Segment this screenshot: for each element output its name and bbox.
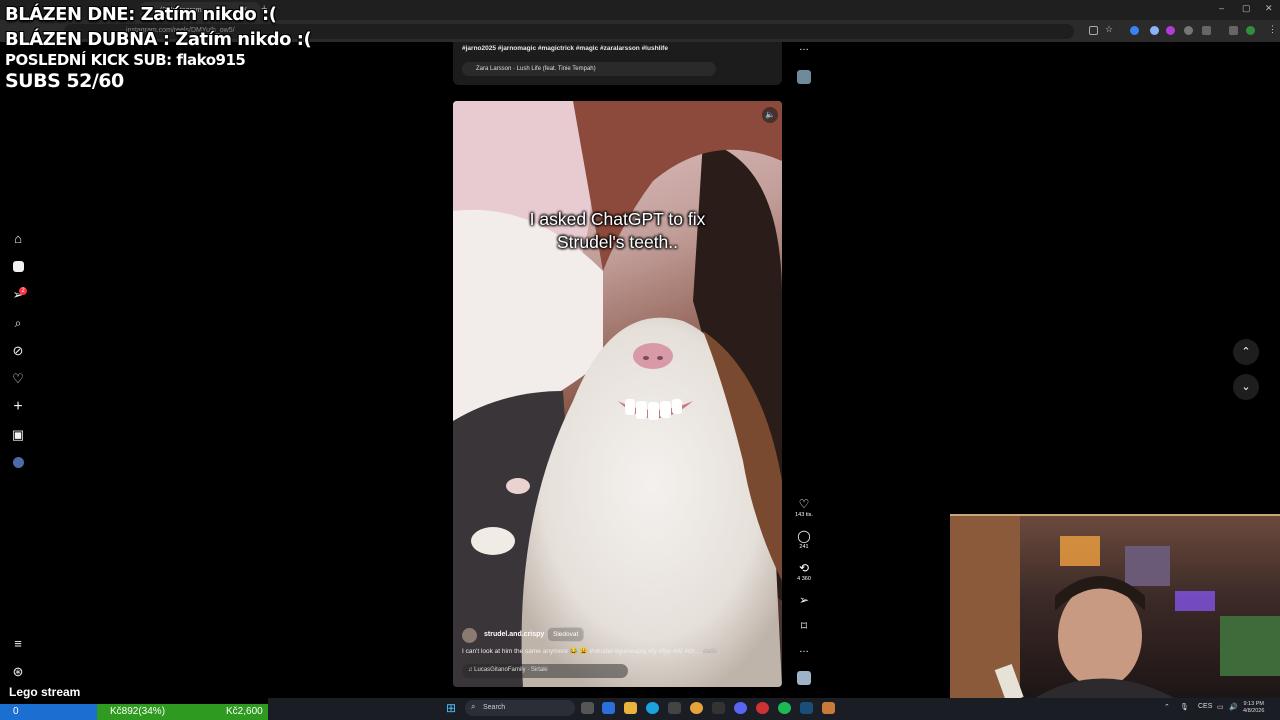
overlay-last-sub: POSLEDNÍ KICK SUB: flako915 (5, 51, 246, 69)
notifications-icon[interactable]: ♡ (9, 370, 27, 388)
app-icon[interactable] (712, 702, 725, 714)
reel-more-icon[interactable]: … (790, 644, 818, 655)
reel-music-label: LucasGitanoFamily · Sirtaki (474, 667, 548, 673)
donation-goal-target: Kč2,600 (222, 704, 268, 720)
video-text-line-1: I asked ChatGPT to fix (529, 209, 706, 229)
search-icon[interactable]: ⌕ (9, 314, 27, 332)
discord-icon[interactable] (734, 702, 747, 714)
donation-counter: 0 (0, 704, 97, 720)
clock-date: 4/8/2026 (1243, 708, 1265, 714)
profile-icon[interactable] (9, 454, 27, 472)
menu-icon[interactable]: ⋮ (1268, 24, 1277, 34)
previous-reel-button[interactable]: ⌃ (1233, 339, 1259, 365)
search-icon: ⌕ (471, 702, 476, 711)
task-view-icon[interactable] (581, 702, 594, 714)
repost-icon: ⟲ (798, 561, 810, 575)
store-icon[interactable] (668, 702, 681, 714)
taskbar (268, 698, 1280, 720)
video-text-overlay: I asked ChatGPT to fix Strudel's teeth.. (453, 208, 782, 254)
share-button[interactable]: ➢ (790, 593, 818, 607)
previous-reel-more-icon[interactable]: … (790, 42, 818, 53)
system-clock[interactable]: 9:13 PM 4/8/2026 (1243, 701, 1264, 715)
next-reel-button[interactable]: ⌄ (1233, 374, 1259, 400)
spotify-icon[interactable] (778, 702, 791, 714)
extension-icon[interactable] (1184, 26, 1193, 35)
threads-icon[interactable]: ⊛ (9, 663, 27, 681)
streamer-image (950, 516, 1280, 699)
previous-reel-audio[interactable]: Zara Larsson · Lush Life (feat. Tinie Te… (462, 62, 716, 76)
taskbar-search-label: Search (483, 704, 506, 711)
volume-icon[interactable]: 🔊 (1229, 703, 1238, 711)
create-icon[interactable]: + (9, 398, 27, 416)
overlay-fool-of-day: BLÁZEN DNE: Zatím nikdo :( (5, 4, 277, 25)
clock-time: 9:13 PM (1243, 701, 1264, 707)
chrome-icon[interactable] (690, 702, 703, 714)
reel-caption: I can't look at him the same anymore 😂 😩… (462, 647, 717, 655)
video-text-line-2: Strudel's teeth.. (556, 232, 679, 252)
repost-button[interactable]: ⟲ 4 360 (790, 561, 818, 583)
sidebar-icon[interactable] (1229, 26, 1238, 35)
tray-chevron-icon[interactable]: ⌃ (1164, 703, 1170, 711)
comment-count: 241 (799, 544, 809, 550)
extension-icon[interactable] (1130, 26, 1139, 35)
caption-more-link[interactable]: další (703, 648, 717, 655)
windows-start-icon[interactable]: ⊞ (446, 701, 456, 715)
obs-icon[interactable] (756, 702, 769, 714)
previous-reel-caption: #jarno2025 #jarnomagic #magictrick #magi… (462, 45, 668, 52)
cast-icon[interactable] (1089, 26, 1098, 35)
comment-icon: ◯ (797, 529, 811, 543)
reel-video[interactable] (453, 101, 782, 687)
stream-title: Lego stream (9, 685, 81, 699)
edge-icon[interactable] (646, 702, 659, 714)
app-icon[interactable] (822, 702, 835, 714)
comment-button[interactable]: ◯ 241 (790, 529, 818, 551)
webcam-feed (950, 514, 1280, 699)
heart-icon: ♡ (798, 497, 810, 511)
repost-count: 4 360 (797, 576, 811, 582)
taskbar-search[interactable]: Search (465, 700, 575, 716)
author-avatar[interactable] (462, 628, 477, 643)
guinea-pig-image (453, 101, 782, 687)
send-icon: ➢ (798, 593, 810, 607)
close-window-button[interactable]: ✕ (1265, 3, 1273, 14)
reels-icon[interactable] (9, 258, 27, 276)
home-icon[interactable]: ⌂ (9, 230, 27, 248)
save-button[interactable]: ⌑ (790, 619, 818, 633)
overlay-fool-of-month: BLÁZEN DUBNA : Zatím nikdo :( (5, 29, 312, 50)
explore-icon[interactable]: ⊘ (9, 342, 27, 360)
file-explorer-icon[interactable] (624, 702, 637, 714)
follow-button[interactable]: Sledovat (547, 627, 585, 642)
reel-music[interactable]: ♫ LucasGitanoFamily · Sirtaki (462, 664, 628, 678)
extensions-puzzle-icon[interactable] (1202, 26, 1211, 35)
bookmark-star-icon[interactable]: ☆ (1105, 24, 1114, 34)
messages-badge: 2 (19, 287, 27, 295)
maximize-button[interactable]: ▢ (1242, 3, 1251, 14)
previous-reel-audio-label: Zara Larsson · Lush Life (feat. Tinie Te… (476, 66, 596, 72)
author-username[interactable]: strudel.and.crispy (484, 631, 544, 638)
microphone-icon[interactable]: 🎙 (1180, 703, 1189, 711)
minimize-button[interactable]: – (1219, 3, 1224, 13)
display-icon[interactable]: ▭ (1217, 703, 1224, 711)
overlay-subs-goal: SUBS 52/60 (5, 70, 124, 92)
dashboard-icon[interactable]: ▣ (9, 426, 27, 444)
like-button[interactable]: ♡ 143 tis. (790, 497, 818, 519)
reel-caption-text: I can't look at him the same anymore 😂 😩… (462, 648, 702, 655)
copilot-icon[interactable] (602, 702, 615, 714)
language-indicator[interactable]: CES (1198, 703, 1212, 710)
like-count: 143 tis. (795, 512, 813, 518)
donation-goal-progress: Kč892(34%) (97, 704, 222, 720)
profile-avatar[interactable] (1246, 26, 1255, 35)
bookmark-icon: ⌑ (800, 619, 808, 633)
previous-reel-audio-thumbnail[interactable] (797, 70, 811, 84)
extension-icon[interactable] (1166, 26, 1175, 35)
extension-icon[interactable] (1150, 26, 1159, 35)
steam-icon[interactable] (800, 702, 813, 714)
more-icon[interactable]: ≡ (9, 635, 27, 653)
audio-thumbnail[interactable] (797, 671, 811, 685)
mute-icon[interactable]: 🔈 (762, 107, 778, 123)
